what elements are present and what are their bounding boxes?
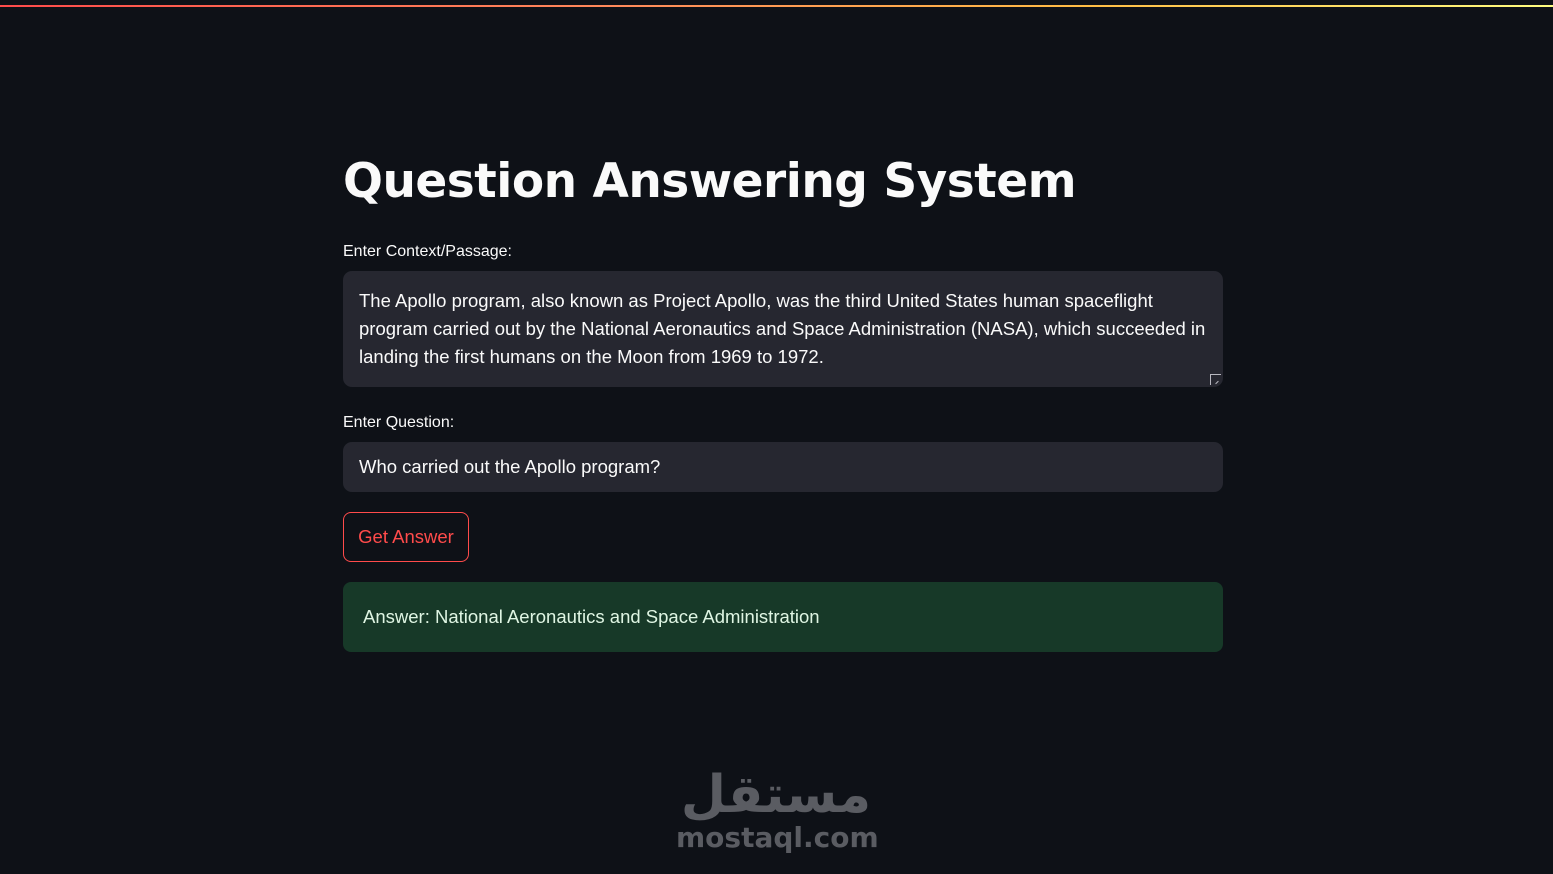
get-answer-button[interactable]: Get Answer — [343, 512, 469, 562]
resize-handle-icon[interactable] — [1210, 374, 1221, 385]
context-label: Enter Context/Passage: — [343, 243, 512, 260]
watermark-latin-text: mostaql.com — [676, 821, 879, 854]
context-textarea[interactable]: The Apollo program, also known as Projec… — [343, 271, 1223, 387]
question-label: Enter Question: — [343, 414, 455, 431]
question-input[interactable]: Who carried out the Apollo program? — [343, 442, 1223, 492]
answer-success-alert: Answer: National Aeronautics and Space A… — [343, 582, 1223, 652]
question-input-value[interactable]: Who carried out the Apollo program? — [359, 442, 1207, 492]
top-decoration-shade — [0, 0, 1553, 5]
watermark-arabic-text: مستقل — [680, 765, 872, 825]
watermark-logo: مستقل mostaql.com — [676, 762, 879, 862]
answer-text: Answer: National Aeronautics and Space A… — [363, 606, 820, 627]
page-title: Question Answering System — [343, 154, 1077, 209]
context-textarea-value[interactable]: The Apollo program, also known as Projec… — [359, 287, 1207, 371]
